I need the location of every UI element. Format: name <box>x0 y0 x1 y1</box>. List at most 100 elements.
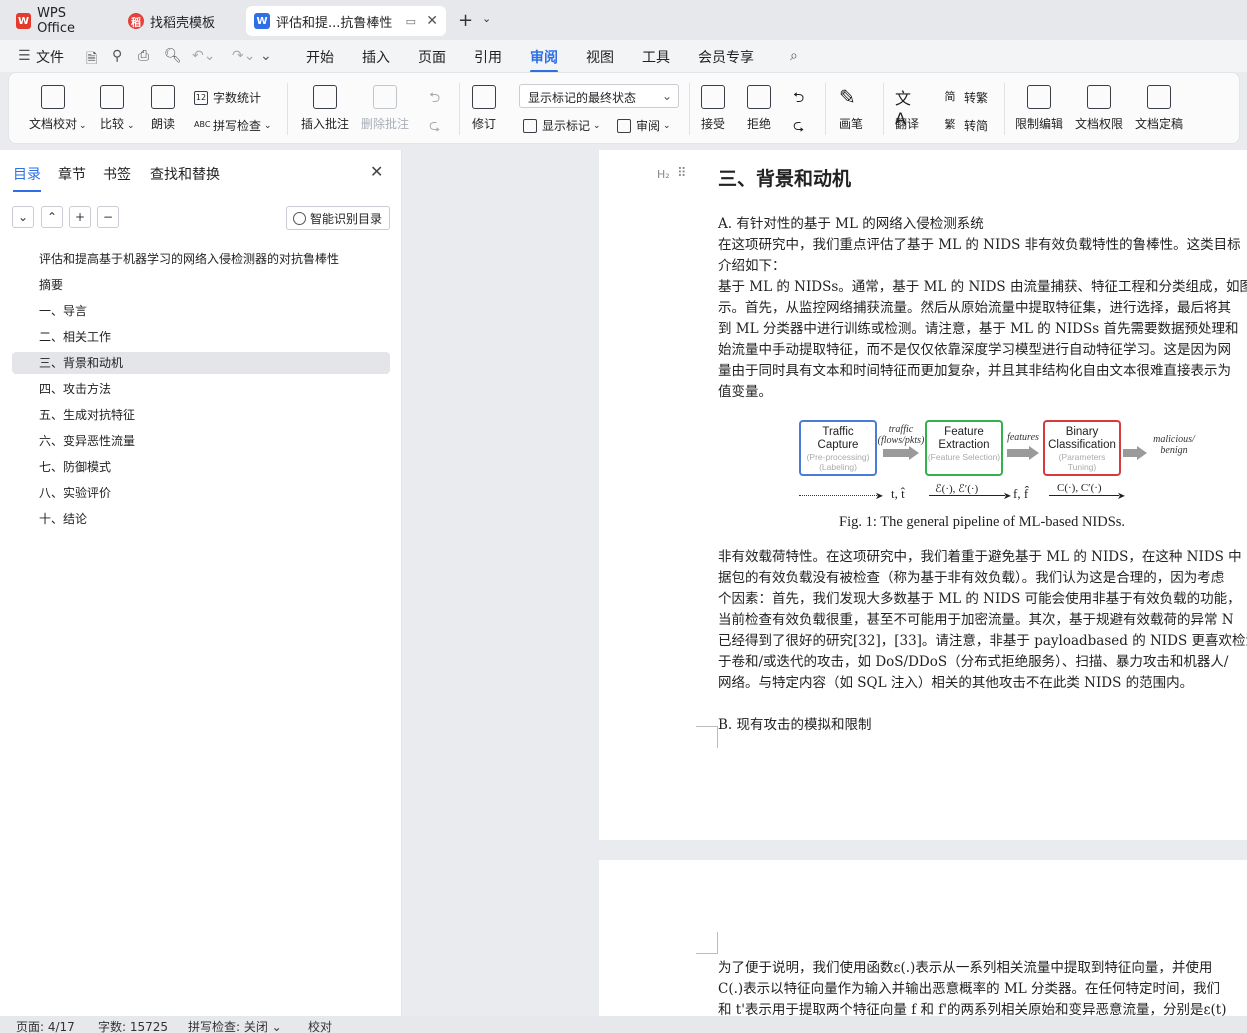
accept-icon <box>701 85 725 109</box>
ribbon-review: 文档校对 ⌄ 比较 ⌄ 朗读 12 字数统计 ABC 拼写检查 ⌄ 插入批注 删… <box>8 72 1240 144</box>
toc-item[interactable]: 四、攻击方法 <box>12 378 390 400</box>
smart-toc-icon <box>293 211 306 225</box>
markup-state-select[interactable]: 显示标记的最终状态 ⌄ <box>519 84 679 108</box>
print-icon[interactable]: ⎙ <box>138 48 149 64</box>
save-icon[interactable]: 🗎 <box>86 48 97 72</box>
next-comment-icon[interactable]: ⮎ <box>429 115 440 139</box>
share-icon[interactable]: ⚲ <box>112 48 122 64</box>
prev-change-icon[interactable]: ⮌ <box>793 87 804 111</box>
next-change-icon[interactable]: ⮎ <box>793 115 804 139</box>
show-markup-button[interactable]: 显示标记 ⌄ <box>523 117 601 134</box>
redo-icon[interactable]: ↷⌄ <box>232 48 255 64</box>
menu-member[interactable]: 会员专享 <box>698 47 754 67</box>
remove-heading-button[interactable]: − <box>97 206 119 228</box>
toc-item[interactable]: 七、防御模式 <box>12 456 390 478</box>
doc-finalize-label: 文档定稿 <box>1135 117 1184 131</box>
toc-item[interactable]: 六、变异恶性流量 <box>12 430 390 452</box>
reject-button[interactable]: 拒绝 <box>747 85 771 132</box>
tab-docer-templates[interactable]: 稻 找稻壳模板 <box>120 6 242 36</box>
toc-item[interactable]: 二、相关工作 <box>12 326 390 348</box>
chevron-down-icon[interactable]: ⌄ <box>127 121 135 131</box>
wps-logo-icon: W <box>16 13 32 29</box>
close-tab-icon[interactable]: ✕ <box>426 13 438 29</box>
arrow-1-bar <box>883 449 909 457</box>
smart-toc-button[interactable]: 智能识别目录 <box>286 206 390 230</box>
menu-file[interactable]: 文件 <box>36 47 64 67</box>
revise-button[interactable]: 修订 <box>472 85 496 132</box>
search-icon[interactable]: ⌕ <box>790 48 798 64</box>
revise-label: 修订 <box>472 117 497 131</box>
page-indicator[interactable]: 页面: 4/17 <box>16 1018 75 1033</box>
menu-tools[interactable]: 工具 <box>642 47 670 67</box>
word-count-indicator[interactable]: 字数: 15725 <box>98 1018 168 1033</box>
text-line: 网络。与特定内容（如 SQL 注入）相关的其他攻击不在此类 NIDS 的范围内。 <box>718 675 1194 691</box>
chevron-down-icon: ⌄ <box>663 120 671 131</box>
menu-references[interactable]: 引用 <box>474 47 502 67</box>
compare-button[interactable]: 比较 <box>100 85 124 132</box>
toc-item[interactable]: 一、导言 <box>12 300 390 322</box>
divider <box>883 83 884 135</box>
menu-review[interactable]: 审阅 <box>530 47 558 73</box>
tab-current-document[interactable]: W 评估和提...抗鲁棒性 ▭ ✕ <box>246 6 446 36</box>
text-line: 为了便于说明，我们使用函数ε(.)表示从一系列相关流量中提取到特征向量，并使用 <box>718 960 1213 976</box>
toc-item[interactable]: 摘要 <box>12 274 390 296</box>
accept-button[interactable]: 接受 <box>701 85 725 132</box>
proofread-indicator[interactable]: 校对 <box>308 1018 332 1033</box>
doc-finalize-button[interactable]: 文档定稿 <box>1135 85 1183 132</box>
menu-view[interactable]: 视图 <box>586 47 614 67</box>
menu-home[interactable]: 开始 <box>306 47 334 67</box>
text-line: 非有效载荷特性。在这项研究中，我们着重于避免基于 ML 的 NIDS，在这种 N… <box>718 549 1242 565</box>
toc-item[interactable]: 八、实验评价 <box>12 482 390 504</box>
word-count-button[interactable]: 12 字数统计 <box>194 89 261 106</box>
prev-comment-icon[interactable]: ⮌ <box>429 87 440 111</box>
new-tab-icon[interactable]: + <box>458 10 473 31</box>
restrict-edit-button[interactable]: 限制编辑 <box>1015 85 1063 132</box>
proofread-button[interactable]: 文档校对 <box>29 85 77 132</box>
text-line: 值变量。 <box>718 384 772 400</box>
doc-permission-button[interactable]: 文档权限 <box>1075 85 1123 132</box>
pen-button[interactable]: ✎ 画笔 <box>839 85 863 132</box>
toc-item[interactable]: 评估和提高基于机器学习的网络入侵检测器的对抗鲁棒性 <box>12 248 390 270</box>
tab-find-replace[interactable]: 查找和替换 <box>150 164 220 184</box>
insert-comment-button[interactable]: 插入批注 <box>301 85 349 132</box>
add-heading-button[interactable]: + <box>69 206 91 228</box>
chevron-down-icon[interactable]: ⌄ <box>482 12 491 25</box>
spell-check-button[interactable]: ABC 拼写检查 ⌄ <box>194 117 272 134</box>
to-simplified-button[interactable]: 繁 转简 <box>941 117 989 134</box>
toc-item[interactable]: 十、结论 <box>12 508 390 530</box>
flow-dotted-line <box>799 495 877 496</box>
toc-item[interactable]: 三、背景和动机 <box>12 352 390 374</box>
chevron-down-icon[interactable]: ⌄ <box>79 121 87 131</box>
tab-wps-office[interactable]: W WPS Office <box>8 6 112 36</box>
undo-icon[interactable]: ↶⌄ <box>192 48 215 64</box>
tab-sections[interactable]: 章节 <box>58 164 86 184</box>
text-line: 介绍如下： <box>718 258 786 274</box>
chevron-down-icon: ⌄ <box>661 89 672 103</box>
print-preview-icon[interactable]: 🔍︎ <box>164 48 182 64</box>
translate-button[interactable]: 文A 翻译 <box>895 85 919 132</box>
read-aloud-button[interactable]: 朗读 <box>151 85 175 132</box>
to-traditional-button[interactable]: 简 转繁 <box>941 89 989 106</box>
close-icon[interactable]: ✕ <box>370 162 383 181</box>
tab-bookmarks[interactable]: 书签 <box>103 164 131 184</box>
proofread-icon <box>41 85 65 109</box>
hamburger-icon[interactable]: ☰ <box>18 48 31 64</box>
arrow-2-bar <box>1007 449 1029 457</box>
delete-comment-button[interactable]: 删除批注 <box>361 85 409 132</box>
drag-handle-icon[interactable]: ⠿ <box>677 166 686 181</box>
text-line: C(.)表示以特征向量作为输入并输出恶意概率的 ML 分类器。在任何特定时间，我… <box>718 981 1221 997</box>
menu-page[interactable]: 页面 <box>418 47 446 67</box>
menu-insert[interactable]: 插入 <box>362 47 390 67</box>
collapse-all-button[interactable]: ⌄ <box>12 206 34 228</box>
pin-icon[interactable]: ▭ <box>406 15 416 28</box>
doc-permission-label: 文档权限 <box>1075 117 1124 131</box>
doc-permission-icon <box>1087 85 1111 109</box>
tab-toc[interactable]: 目录 <box>13 164 41 192</box>
spell-check-indicator[interactable]: 拼写检查: 关闭 ⌄ <box>188 1018 282 1033</box>
review-pane-label: 审阅 <box>636 119 661 133</box>
word-count-icon: 12 <box>194 90 208 105</box>
more-chevron-icon[interactable]: ⌄ <box>260 48 272 64</box>
review-pane-button[interactable]: 审阅 ⌄ <box>617 117 671 134</box>
toc-item[interactable]: 五、生成对抗特征 <box>12 404 390 426</box>
expand-up-button[interactable]: ⌃ <box>41 206 63 228</box>
